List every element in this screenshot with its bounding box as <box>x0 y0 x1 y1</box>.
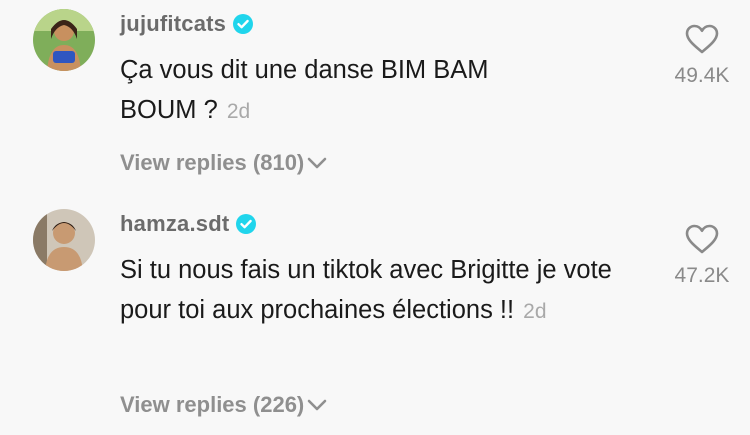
like-button[interactable]: 47.2K <box>664 224 740 288</box>
avatar-photo-icon <box>33 9 95 71</box>
view-replies-label: View replies (810) <box>120 150 305 175</box>
comment-text: Ça vous dit une danse BIM BAM BOUM ? 2d <box>120 50 560 132</box>
avatar[interactable] <box>33 9 95 71</box>
verified-badge-icon <box>233 14 254 34</box>
avatar-photo-icon <box>33 209 95 271</box>
like-button[interactable]: 49.4K <box>664 24 740 88</box>
view-replies-button[interactable]: View replies (810) <box>120 150 328 176</box>
verified-badge-icon <box>236 214 257 234</box>
like-count: 49.4K <box>674 64 730 87</box>
username[interactable]: jujufitcats <box>120 11 254 37</box>
view-replies-label: View replies (226) <box>120 392 305 417</box>
comment-time: 2d <box>523 300 547 323</box>
username-label: jujufitcats <box>120 11 227 36</box>
username-label: hamza.sdt <box>120 211 230 236</box>
username[interactable]: hamza.sdt <box>120 211 257 237</box>
view-replies-button[interactable]: View replies (226) <box>120 392 328 418</box>
like-count: 47.2K <box>674 264 730 287</box>
comment-body: Ça vous dit une danse BIM BAM BOUM ? <box>120 56 489 124</box>
comment-time: 2d <box>226 100 251 123</box>
chevron-down-icon <box>307 157 327 169</box>
chevron-down-icon <box>307 399 327 411</box>
avatar[interactable] <box>33 209 95 271</box>
comment-text: Si tu nous fais un tiktok avec Brigitte … <box>120 250 640 332</box>
heart-icon <box>685 24 719 54</box>
heart-icon <box>685 224 719 254</box>
